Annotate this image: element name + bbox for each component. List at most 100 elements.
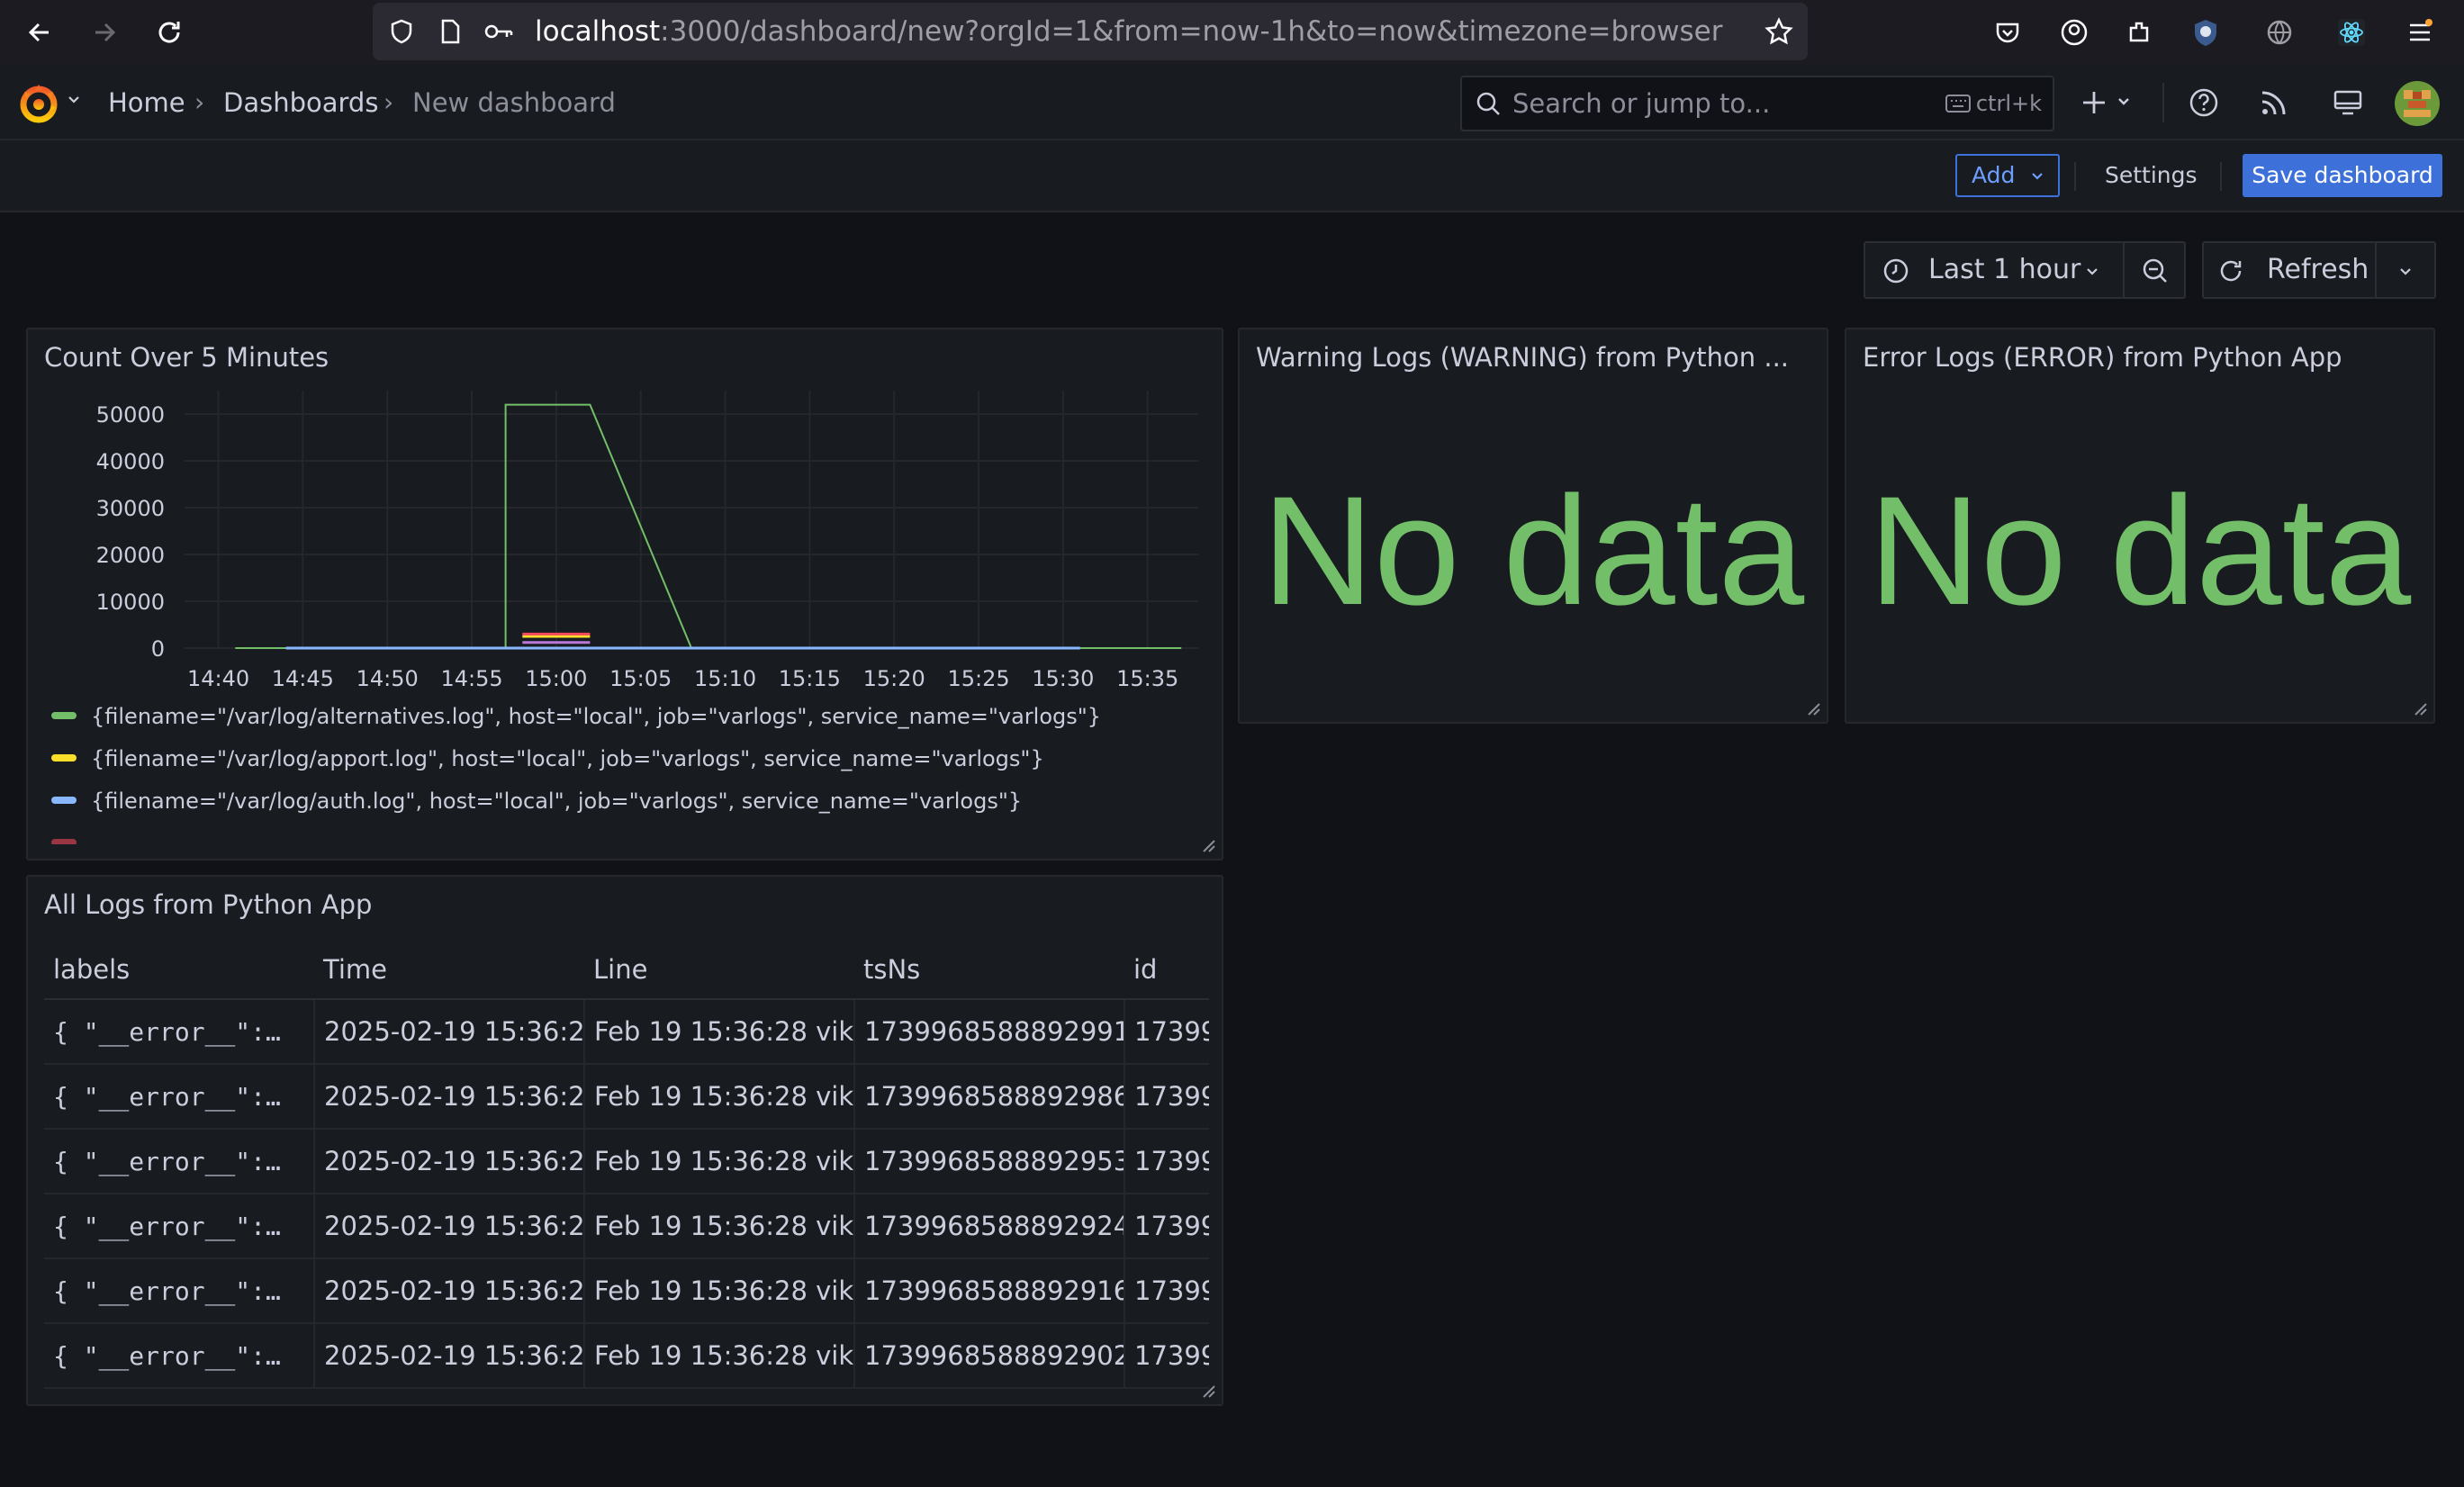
- new-plus-icon[interactable]: [2080, 86, 2137, 122]
- count-panel[interactable]: Count Over 5 Minutes 0 10000 20000 30000 400…: [26, 328, 1223, 861]
- cell-line[interactable]: Feb 19 15:36:28 vikto: [584, 1129, 855, 1194]
- cell-tsns[interactable]: 1739968588892916: [854, 1258, 1125, 1324]
- bookmark-star-icon[interactable]: [1759, 12, 1799, 51]
- x-tick-label: 15:20: [863, 666, 925, 691]
- warning-logs-panel[interactable]: Warning Logs (WARNING) from Python ... N…: [1238, 328, 1828, 724]
- panel-title[interactable]: All Logs from Python App: [44, 889, 372, 920]
- cell-line[interactable]: Feb 19 15:36:28 vikto: [584, 1258, 855, 1324]
- url-path: :3000/dashboard/new?orgId=1&from=now-1h&…: [660, 15, 1723, 48]
- cell-id[interactable]: 17399: [1124, 1194, 1209, 1259]
- table-row[interactable]: { "__error__":… 2025-02-19 15:36:28 Feb 19…: [44, 1258, 1209, 1324]
- chevron-down-icon[interactable]: [65, 90, 83, 112]
- key-icon[interactable]: [479, 12, 519, 51]
- grafana-top-nav: Home › Dashboards › New dashboard Search…: [0, 65, 2464, 140]
- table-row[interactable]: { "__error__":… 2025-02-19 15:36:28 Feb 19…: [44, 1064, 1209, 1130]
- cell-labels[interactable]: { "__error__":…: [44, 1194, 315, 1259]
- page-icon[interactable]: [430, 12, 470, 51]
- cell-line[interactable]: Feb 19 15:36:28 vikto: [584, 1194, 855, 1259]
- table-row[interactable]: { "__error__":… 2025-02-19 15:36:28 Feb 19…: [44, 1129, 1209, 1194]
- cell-labels[interactable]: { "__error__":…: [44, 1323, 315, 1389]
- time-range-label: Last 1 hour: [1928, 254, 2081, 285]
- cell-id[interactable]: 17399: [1124, 1064, 1209, 1130]
- account-icon[interactable]: [2054, 13, 2094, 52]
- menu-icon[interactable]: [2400, 13, 2440, 52]
- no-data-message: No data: [1261, 464, 1805, 637]
- url-text[interactable]: localhost:3000/dashboard/new?orgId=1&fro…: [535, 3, 1723, 60]
- cell-labels[interactable]: { "__error__":…: [44, 1064, 315, 1130]
- forward-icon[interactable]: [83, 11, 126, 54]
- resize-handle-icon[interactable]: [1803, 698, 1821, 716]
- table-row[interactable]: { "__error__":… 2025-02-19 15:36:28 Feb 19…: [44, 1194, 1209, 1259]
- all-logs-panel[interactable]: All Logs from Python App labels Time Lin…: [26, 875, 1223, 1406]
- privacy-badger-icon[interactable]: [2186, 13, 2225, 52]
- help-icon[interactable]: [2188, 86, 2220, 122]
- legend-item[interactable]: {filename="/var/log/auth.log", host="loc…: [51, 789, 1022, 825]
- url-bar[interactable]: localhost:3000/dashboard/new?orgId=1&fro…: [373, 3, 1808, 60]
- cell-time[interactable]: 2025-02-19 15:36:28: [314, 1064, 585, 1130]
- toolbar-divider: [2074, 162, 2076, 191]
- cell-time[interactable]: 2025-02-19 15:36:28: [314, 1129, 585, 1194]
- legend-item[interactable]: {filename="/var/log/alternatives.log", h…: [51, 704, 1101, 740]
- panel-title[interactable]: Count Over 5 Minutes: [44, 342, 329, 373]
- cell-id[interactable]: 17399: [1124, 999, 1209, 1065]
- refresh-button[interactable]: Refresh: [2202, 241, 2377, 299]
- time-range-picker[interactable]: Last 1 hour: [1864, 241, 2125, 299]
- column-header-line[interactable]: Line: [584, 940, 854, 1000]
- breadcrumb-dashboards[interactable]: Dashboards: [223, 65, 378, 140]
- cell-labels[interactable]: { "__error__":…: [44, 999, 315, 1065]
- breadcrumb-home[interactable]: Home: [108, 65, 185, 140]
- resize-handle-icon[interactable]: [2410, 698, 2428, 716]
- add-button[interactable]: Add: [1955, 154, 2060, 197]
- resize-handle-icon[interactable]: [1198, 1381, 1216, 1399]
- cell-tsns[interactable]: 1739968588892986: [854, 1064, 1125, 1130]
- clock-icon: [1883, 258, 1909, 284]
- panel-title[interactable]: Error Logs (ERROR) from Python App: [1863, 342, 2342, 373]
- cell-tsns[interactable]: 1739968588892991: [854, 999, 1125, 1065]
- cell-time[interactable]: 2025-02-19 15:36:28: [314, 1323, 585, 1389]
- react-devtools-icon[interactable]: [2332, 13, 2371, 52]
- cell-line[interactable]: Feb 19 15:36:28 vikto: [584, 1323, 855, 1389]
- reload-icon[interactable]: [148, 11, 191, 54]
- cell-tsns[interactable]: 1739968588892902: [854, 1323, 1125, 1389]
- zoom-out-button[interactable]: [2123, 241, 2186, 299]
- panel-title[interactable]: Warning Logs (WARNING) from Python ...: [1256, 342, 1789, 373]
- cell-labels[interactable]: { "__error__":…: [44, 1258, 315, 1324]
- cell-id[interactable]: 17399: [1124, 1323, 1209, 1389]
- table-row[interactable]: { "__error__":… 2025-02-19 15:36:28 Feb 19…: [44, 1323, 1209, 1389]
- user-avatar[interactable]: [2395, 81, 2440, 130]
- back-icon[interactable]: [18, 11, 61, 54]
- url-host: localhost: [535, 15, 661, 48]
- extensions-icon[interactable]: [2119, 13, 2159, 52]
- search-input[interactable]: Search or jump to... ctrl+k: [1460, 76, 2054, 131]
- cell-line[interactable]: Feb 19 15:36:28 vikto: [584, 999, 855, 1065]
- refresh-interval-dropdown[interactable]: [2375, 241, 2436, 299]
- cell-tsns[interactable]: 1739968588892953: [854, 1129, 1125, 1194]
- column-header-id[interactable]: id: [1124, 940, 1209, 1000]
- cell-id[interactable]: 17399: [1124, 1258, 1209, 1324]
- save-dashboard-button[interactable]: Save dashboard: [2243, 154, 2442, 197]
- cell-time[interactable]: 2025-02-19 15:36:28: [314, 1194, 585, 1259]
- cell-tsns[interactable]: 1739968588892924: [854, 1194, 1125, 1259]
- column-header-time[interactable]: Time: [314, 940, 584, 1000]
- cell-time[interactable]: 2025-02-19 15:36:28: [314, 1258, 585, 1324]
- shield-icon[interactable]: [382, 12, 421, 51]
- cell-time[interactable]: 2025-02-19 15:36:28: [314, 999, 585, 1065]
- legend-label: {filename="/var/log/alternatives.log", h…: [91, 704, 1102, 729]
- cell-line[interactable]: Feb 19 15:36:28 vikto: [584, 1064, 855, 1130]
- cell-id[interactable]: 17399: [1124, 1129, 1209, 1194]
- news-feed-icon[interactable]: [2258, 86, 2290, 122]
- column-header-labels[interactable]: labels: [44, 940, 314, 1000]
- legend-item-partial[interactable]: [51, 831, 91, 844]
- cell-labels[interactable]: { "__error__":…: [44, 1129, 315, 1194]
- error-logs-panel[interactable]: Error Logs (ERROR) from Python App No da…: [1845, 328, 2435, 724]
- column-header-tsns[interactable]: tsNs: [854, 940, 1124, 1000]
- legend-item[interactable]: {filename="/var/log/apport.log", host="l…: [51, 746, 1044, 782]
- pocket-icon[interactable]: [1988, 13, 2027, 52]
- settings-button[interactable]: Settings: [2089, 154, 2214, 197]
- resize-handle-icon[interactable]: [1198, 835, 1216, 853]
- grafana-logo-icon[interactable]: [16, 81, 61, 130]
- globe-icon[interactable]: [2260, 13, 2299, 52]
- table-row[interactable]: { "__error__":… 2025-02-19 15:36:28 Feb 19…: [44, 999, 1209, 1065]
- kiosk-mode-icon[interactable]: [2332, 86, 2364, 122]
- nav-divider: [2162, 83, 2164, 122]
